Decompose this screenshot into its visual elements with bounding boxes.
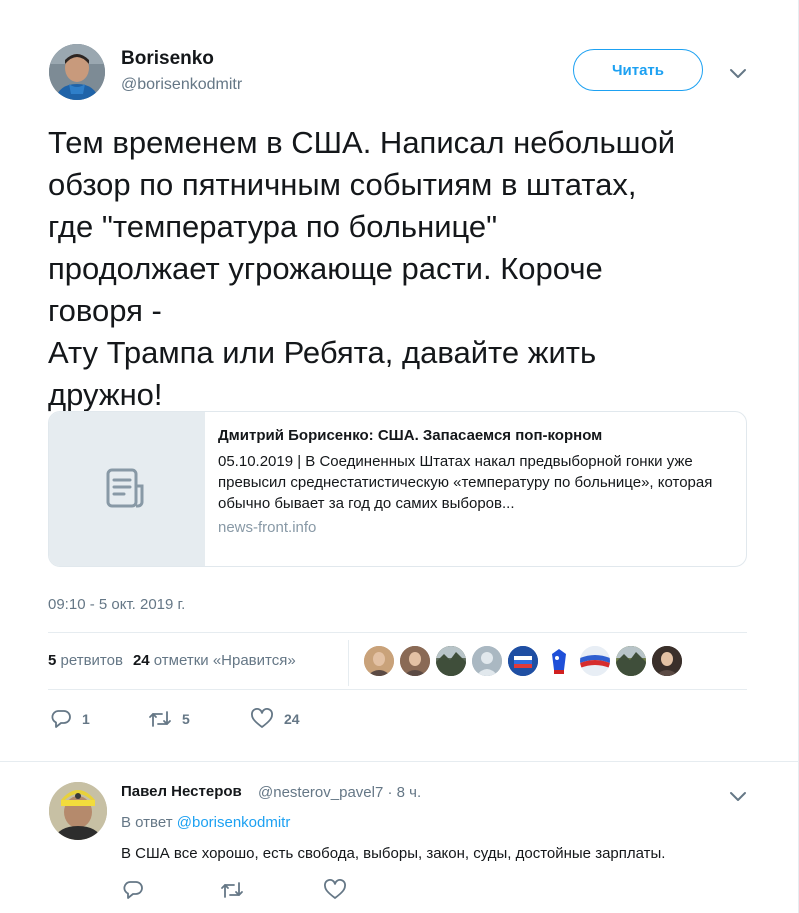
follow-button[interactable]: Читать bbox=[573, 49, 703, 91]
avatar-woman-dark[interactable] bbox=[400, 646, 430, 676]
avatar-landscape[interactable] bbox=[436, 646, 466, 676]
reply-context: В ответ @borisenkodmitr bbox=[121, 814, 290, 831]
retweet-icon bbox=[221, 882, 243, 898]
card-title: Дмитрий Борисенко: США. Запасаемся поп-к… bbox=[218, 427, 603, 444]
likes-count: 24 bbox=[132, 652, 150, 669]
author-name[interactable]: Borisenko bbox=[121, 48, 214, 70]
divider bbox=[48, 632, 747, 633]
divider bbox=[48, 689, 747, 690]
chevron-down-icon[interactable] bbox=[729, 68, 747, 80]
like-action[interactable]: 24 bbox=[250, 708, 300, 730]
reply-author-avatar[interactable] bbox=[49, 782, 107, 840]
reply-text: В США все хорошо, есть свобода, выборы, … bbox=[121, 845, 666, 862]
chevron-down-icon[interactable] bbox=[729, 791, 747, 803]
reply-reply-action[interactable] bbox=[122, 879, 144, 901]
retweet-count: 5 bbox=[182, 711, 190, 727]
reply-author-name[interactable]: Павел Нестеров bbox=[121, 783, 242, 800]
reply-meta[interactable]: @nesterov_pavel7 · 8 ч. bbox=[258, 784, 421, 801]
avatar-default[interactable] bbox=[472, 646, 502, 676]
reply-action[interactable]: 1 bbox=[50, 708, 90, 730]
tweet-text: Тем временем в США. Написал небольшой об… bbox=[48, 125, 676, 412]
reply-like-action[interactable] bbox=[323, 879, 347, 901]
heart-icon bbox=[324, 879, 346, 899]
tweet-stats: 5 ретвитов 24 отметки «Нравится» bbox=[48, 652, 296, 669]
retweets-count: 5 bbox=[48, 652, 57, 669]
likes-stat[interactable]: 24 отметки «Нравится» bbox=[133, 652, 296, 669]
like-count: 24 bbox=[284, 711, 300, 727]
avatar-cartoon[interactable] bbox=[544, 646, 574, 676]
avatar-russian-flag[interactable] bbox=[580, 646, 610, 676]
reply-prefix: В ответ bbox=[121, 814, 173, 831]
retweets-label: ретвитов bbox=[60, 652, 123, 669]
reply-count: 1 bbox=[82, 711, 90, 727]
heart-icon bbox=[251, 708, 273, 728]
author-handle[interactable]: @borisenkodmitr bbox=[121, 76, 242, 94]
avatar-woman-blonde[interactable] bbox=[364, 646, 394, 676]
divider bbox=[0, 761, 798, 762]
reply-icon bbox=[123, 881, 143, 899]
reply-retweet-action[interactable] bbox=[220, 879, 244, 901]
document-icon bbox=[106, 468, 144, 508]
avatar-woman-portrait[interactable] bbox=[652, 646, 682, 676]
stats-divider bbox=[348, 640, 349, 686]
reply-icon bbox=[51, 710, 71, 728]
tweet-page: Borisenko @borisenkodmitr Читать Тем вре… bbox=[0, 0, 799, 913]
reply-to-link[interactable]: @borisenkodmitr bbox=[177, 814, 291, 831]
avatar-forest[interactable] bbox=[616, 646, 646, 676]
card-domain: news-front.info bbox=[218, 519, 317, 536]
retweet-icon bbox=[149, 711, 171, 727]
retweets-stat[interactable]: 5 ретвитов bbox=[48, 652, 123, 669]
avatar-flag-badge[interactable] bbox=[508, 646, 538, 676]
card-description: 05.10.2019 | В Соединенных Штатах накал … bbox=[218, 453, 713, 512]
link-card[interactable]: Дмитрий Борисенко: США. Запасаемся поп-к… bbox=[48, 411, 747, 567]
card-thumbnail bbox=[49, 412, 205, 566]
tweet-timestamp[interactable]: 09:10 - 5 окт. 2019 г. bbox=[48, 596, 185, 613]
card-body: Дмитрий Борисенко: США. Запасаемся поп-к… bbox=[218, 426, 738, 536]
author-avatar[interactable] bbox=[49, 44, 105, 100]
retweet-action[interactable]: 5 bbox=[148, 708, 190, 730]
likes-label: отметки «Нравится» bbox=[153, 652, 296, 669]
